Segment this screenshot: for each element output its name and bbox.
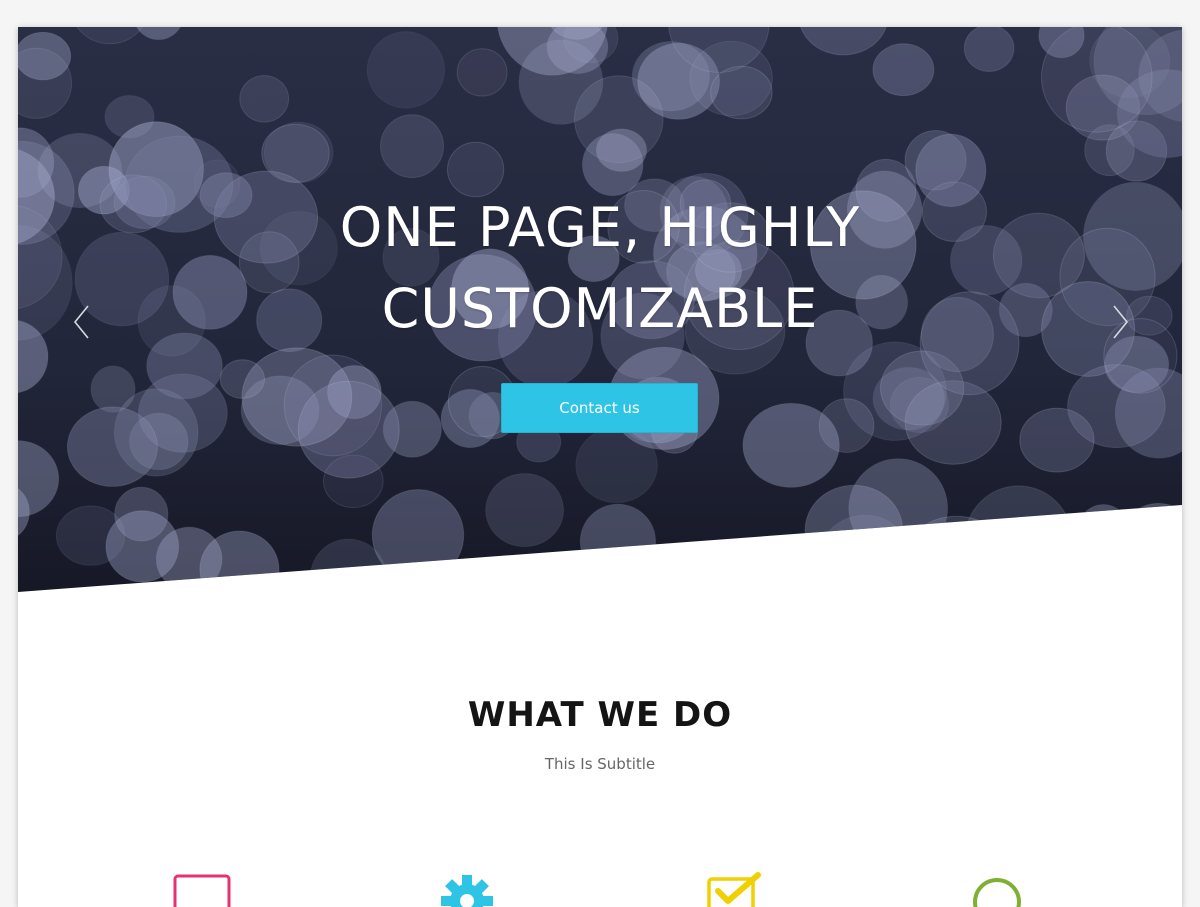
bokeh-circle	[819, 514, 911, 592]
bokeh-circle	[901, 515, 1012, 592]
bokeh-circle	[598, 548, 706, 592]
bokeh-circle	[114, 486, 169, 542]
bokeh-circle	[485, 473, 565, 548]
square-outline-icon	[173, 873, 233, 907]
slider-prev-button[interactable]	[70, 302, 94, 342]
bokeh-circle	[963, 27, 1015, 72]
bokeh-circle	[1100, 567, 1150, 592]
bokeh-circle	[742, 402, 840, 488]
bokeh-circle	[456, 48, 508, 97]
hero-title: ONE PAGE, HIGHLY CUSTOMIZABLE	[18, 187, 1182, 349]
contact-us-button[interactable]: Contact us	[501, 383, 698, 433]
bokeh-circle	[889, 377, 949, 433]
bokeh-circle	[1120, 503, 1182, 575]
chevron-right-icon	[1113, 305, 1129, 339]
bokeh-circle	[804, 484, 904, 576]
bokeh-circle	[90, 365, 136, 413]
bokeh-circle	[104, 95, 155, 139]
bokeh-circle	[1077, 504, 1130, 557]
bokeh-circle	[66, 406, 158, 487]
hero-title-line2: CUSTOMIZABLE	[381, 277, 819, 340]
bokeh-circle	[1067, 364, 1166, 449]
gear-icon	[438, 873, 498, 907]
services-title: WHAT WE DO	[467, 695, 733, 735]
circle-outline-icon	[970, 873, 1030, 907]
checkbox-icon	[706, 872, 766, 907]
bokeh-circle	[579, 503, 657, 580]
bokeh-circle	[710, 65, 773, 120]
chevron-left-icon	[73, 305, 89, 339]
page-frame: ONE PAGE, HIGHLY CUSTOMIZABLE Contact us…	[18, 27, 1182, 907]
hero-slider: ONE PAGE, HIGHLY CUSTOMIZABLE Contact us	[18, 27, 1182, 592]
bokeh-circle	[371, 489, 465, 582]
bokeh-circle	[821, 535, 880, 591]
bokeh-circle	[964, 485, 1073, 592]
slider-next-button[interactable]	[1108, 302, 1132, 342]
services-subtitle: This Is Subtitle	[544, 755, 656, 773]
bokeh-circle	[239, 75, 290, 123]
bokeh-circle	[366, 31, 445, 109]
bokeh-circle	[380, 114, 444, 178]
bokeh-circle	[872, 43, 935, 97]
bokeh-circle	[241, 347, 353, 447]
hero-title-line1: ONE PAGE, HIGHLY	[339, 196, 861, 259]
bokeh-circle	[880, 544, 966, 592]
